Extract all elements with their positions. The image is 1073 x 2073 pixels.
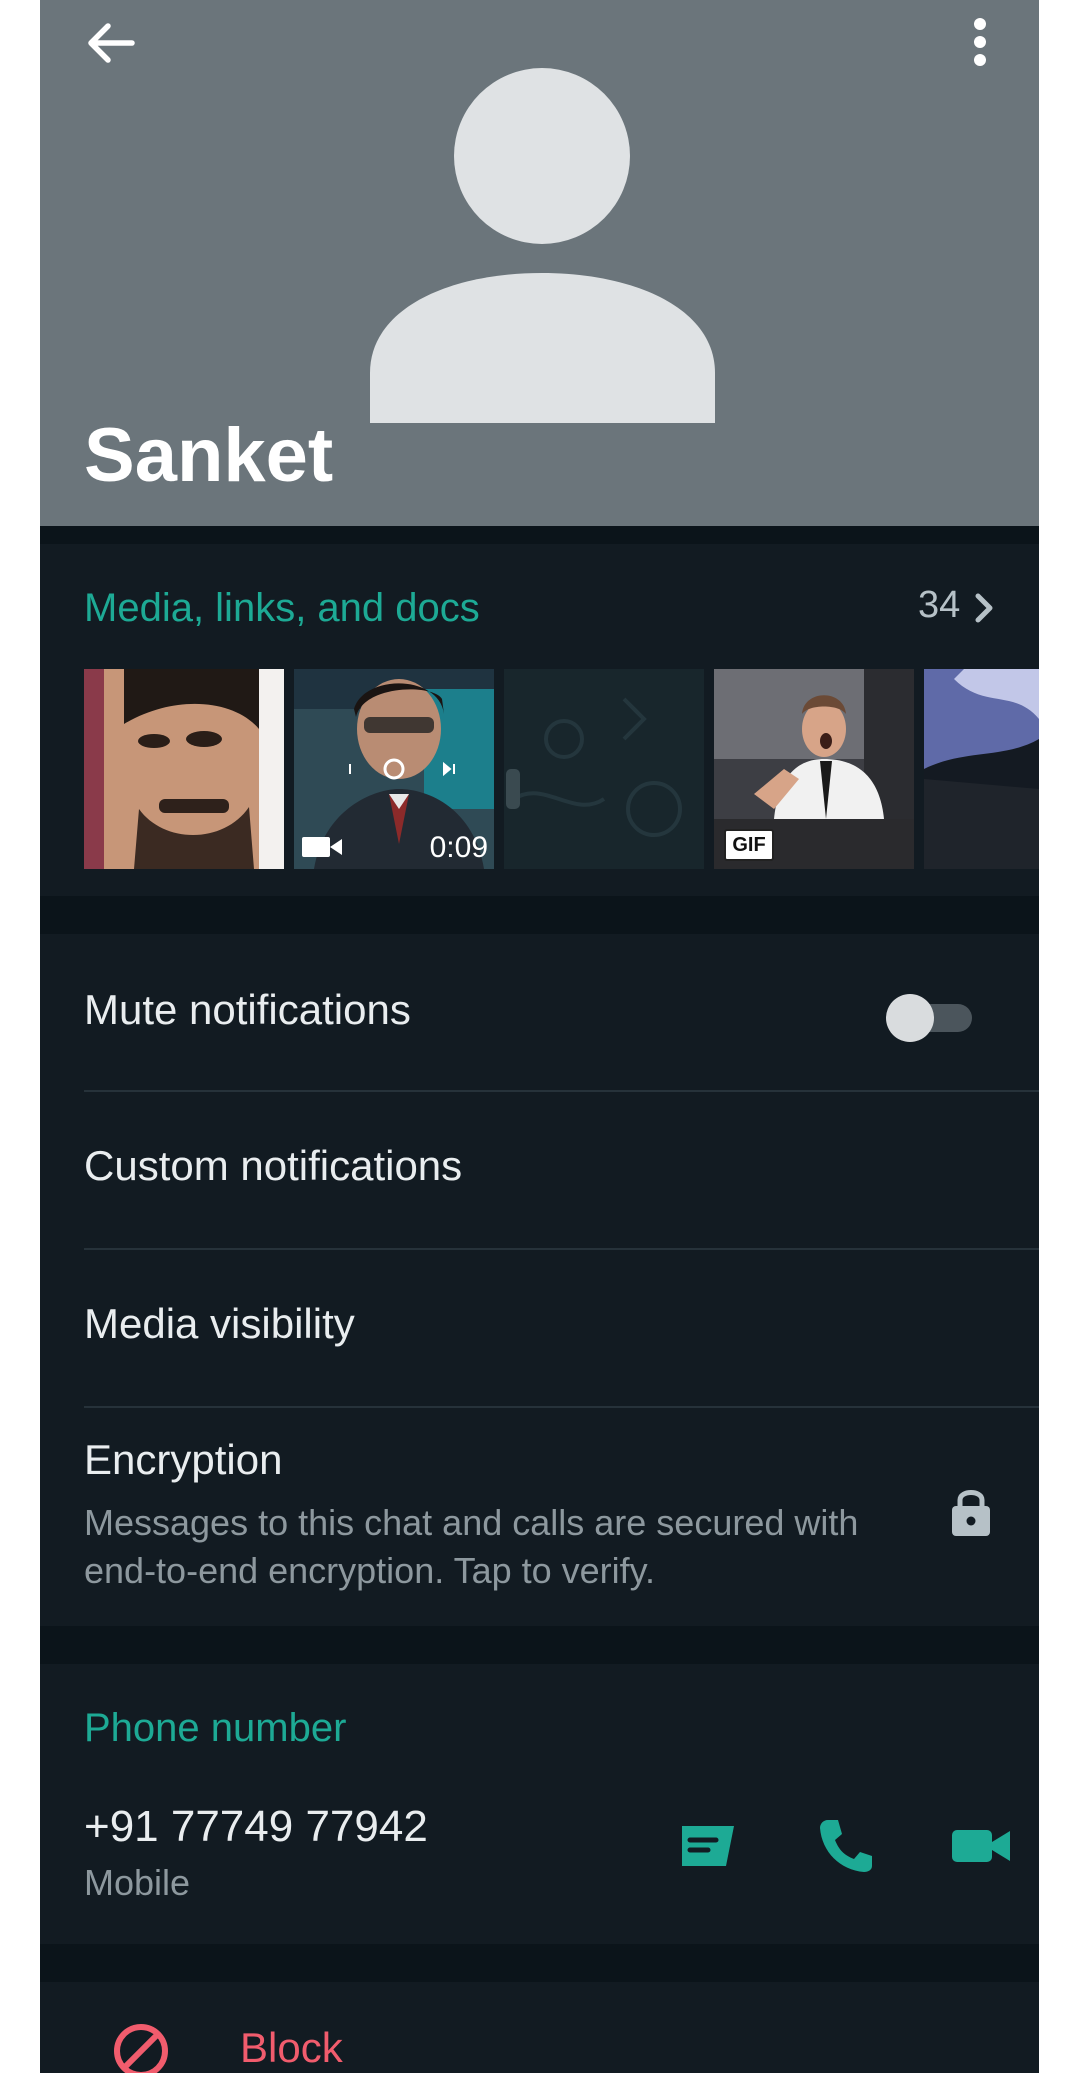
- more-options-button[interactable]: [960, 12, 1000, 72]
- default-avatar-icon: [370, 68, 715, 423]
- back-button[interactable]: [82, 18, 138, 68]
- phone-section-title: Phone number: [84, 1706, 347, 1750]
- message-icon: [682, 1826, 734, 1866]
- phone-type: Mobile: [84, 1862, 191, 1903]
- block-icon: [114, 2024, 168, 2073]
- contact-info-screen: Sanket Media, links, and docs 34 0:09 GI…: [40, 0, 1039, 2073]
- video-call-button[interactable]: [950, 1814, 1014, 1878]
- lock-icon: [952, 1490, 990, 1536]
- media-thumbnail-gif[interactable]: GIF: [714, 669, 914, 869]
- encryption-title: Encryption: [84, 1436, 283, 1483]
- mute-notifications-row[interactable]: Mute notifications: [40, 934, 1039, 1090]
- media-thumbnail-partial[interactable]: [924, 669, 1039, 869]
- mute-notifications-label: Mute notifications: [84, 986, 411, 1033]
- toggle-knob: [886, 994, 934, 1042]
- media-visibility-label: Media visibility: [84, 1300, 355, 1347]
- block-section: Block: [40, 1982, 1039, 2073]
- media-thumbnail-photo[interactable]: [84, 669, 284, 869]
- message-button[interactable]: [676, 1814, 740, 1878]
- block-button[interactable]: Block: [240, 2024, 343, 2072]
- video-camera-icon: [302, 837, 330, 857]
- custom-notifications-row[interactable]: Custom notifications: [40, 1092, 1039, 1248]
- phone-section: Phone number +91 77749 77942 Mobile: [40, 1664, 1039, 1944]
- video-call-icon: [952, 1830, 1010, 1862]
- settings-section: Mute notifications Custom notifications …: [40, 934, 1039, 1626]
- profile-header: Sanket: [40, 0, 1039, 526]
- media-section-title[interactable]: Media, links, and docs: [84, 586, 480, 631]
- phone-icon: [820, 1820, 872, 1872]
- voice-call-button[interactable]: [814, 1814, 878, 1878]
- arrow-left-icon: [88, 23, 135, 63]
- contact-name: Sanket: [84, 413, 334, 498]
- more-vertical-icon: [974, 18, 986, 66]
- phone-number[interactable]: +91 77749 77942: [84, 1802, 428, 1852]
- chevron-right-icon[interactable]: [972, 588, 998, 628]
- media-thumbnail-image[interactable]: [504, 669, 704, 869]
- encryption-description: Messages to this chat and calls are secu…: [84, 1502, 859, 1591]
- media-visibility-row[interactable]: Media visibility: [40, 1250, 1039, 1406]
- gif-badge: GIF: [724, 829, 774, 861]
- media-count[interactable]: 34: [918, 584, 960, 627]
- media-section: Media, links, and docs 34 0:09 GIF: [40, 544, 1039, 896]
- mute-notifications-toggle[interactable]: [886, 992, 980, 1044]
- custom-notifications-label: Custom notifications: [84, 1142, 463, 1189]
- video-duration: 0:09: [429, 831, 488, 864]
- media-thumbnail-video[interactable]: 0:09: [294, 669, 494, 869]
